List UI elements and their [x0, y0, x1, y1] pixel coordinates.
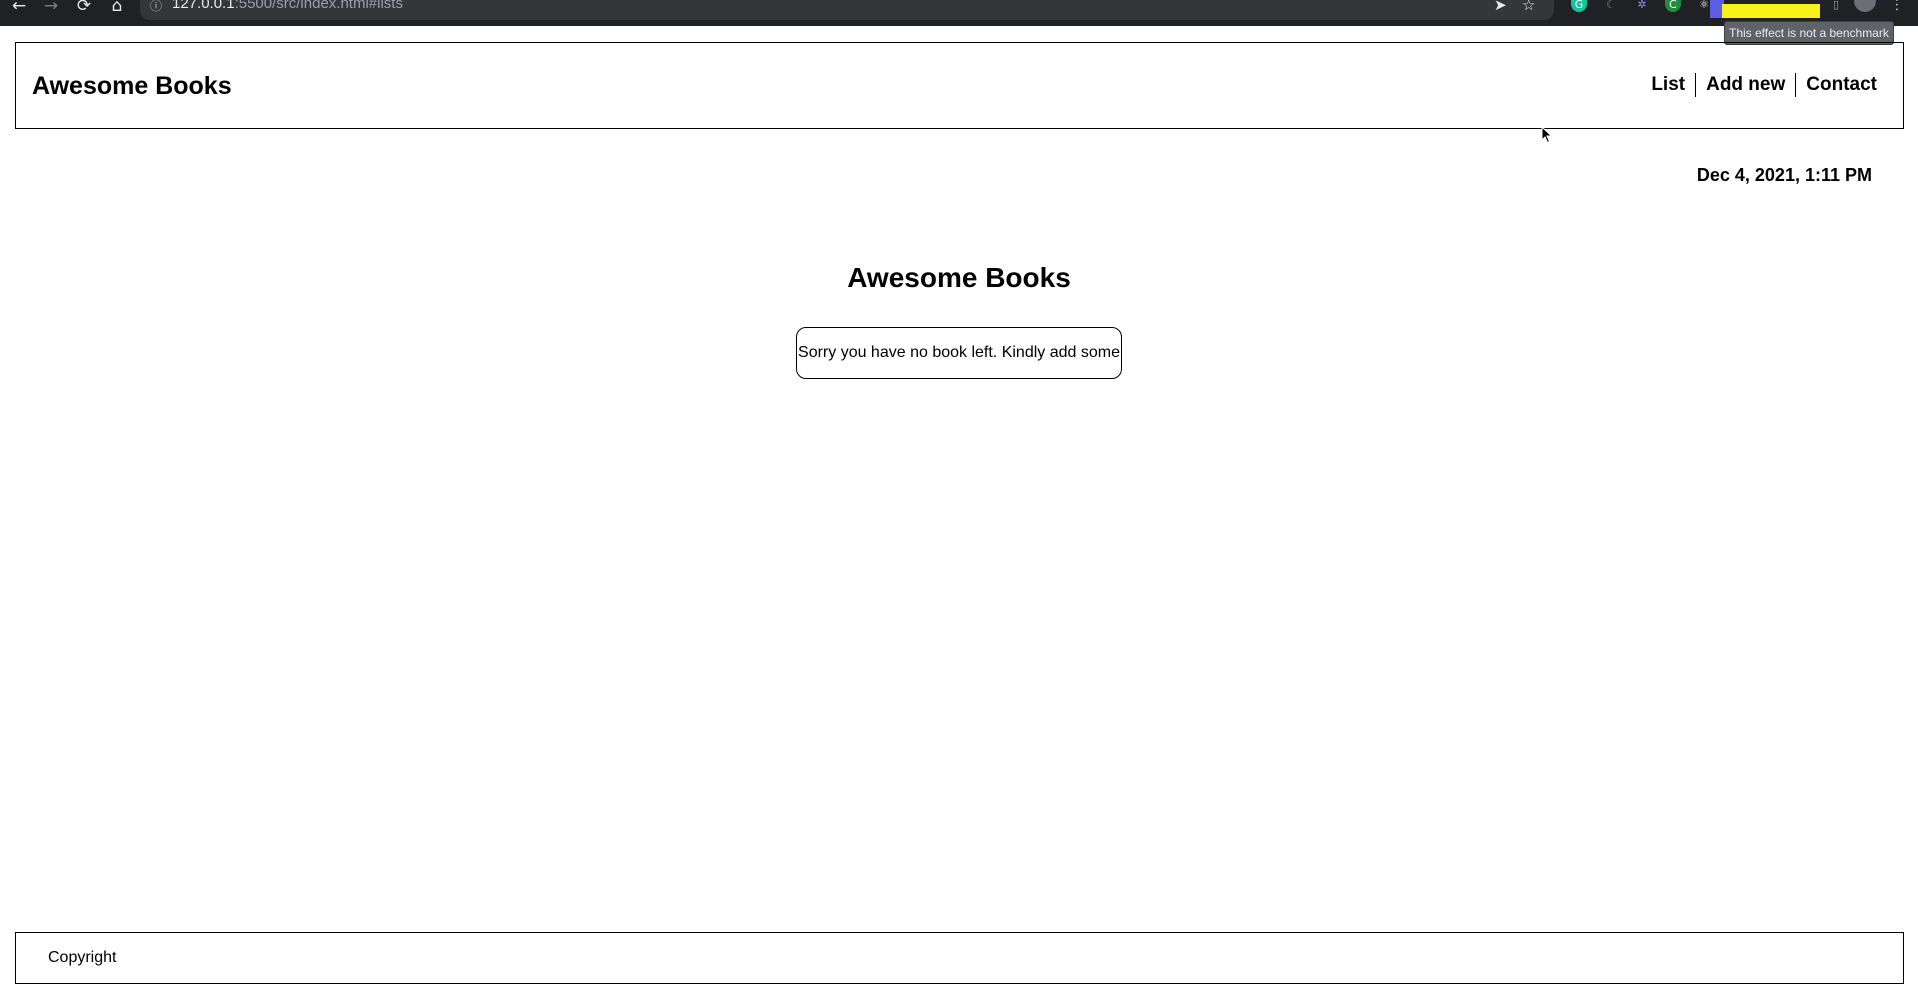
main-nav: List Add new Contact	[1641, 73, 1877, 97]
star-icon[interactable]: ☆	[1522, 0, 1535, 13]
react-devtools-icon[interactable]: ✲	[1634, 0, 1650, 12]
mouse-cursor-icon	[1541, 126, 1553, 144]
section-title: Awesome Books	[847, 262, 1071, 293]
copyright-text: Copyright	[48, 949, 117, 966]
extensions-puzzle-icon[interactable]: ▯	[1828, 0, 1844, 12]
url-text[interactable]: 127.0.0.1:5500/src/index.html#lists	[172, 0, 403, 12]
url-host: 127.0.0.1	[172, 0, 235, 12]
site-footer: Copyright	[15, 932, 1904, 984]
site-header: Awesome Books List Add new Contact	[15, 42, 1904, 129]
date-time: Dec 4, 2021, 1:11 PM	[1696, 165, 1872, 185]
nav-link-add-new[interactable]: Add new	[1695, 73, 1795, 97]
profile-avatar[interactable]	[1854, 0, 1876, 12]
nav-link-contact[interactable]: Contact	[1795, 73, 1877, 97]
extension-green-icon[interactable]: C	[1665, 0, 1681, 12]
back-arrow-icon[interactable]: ←	[8, 0, 30, 15]
empty-list-message: Sorry you have no book left. Kindly add …	[796, 327, 1122, 379]
forward-arrow-icon[interactable]: →	[40, 0, 62, 15]
highlight-bar	[1722, 4, 1820, 18]
reload-icon[interactable]: ⟳	[73, 0, 95, 15]
url-path: :5500/src/index.html#lists	[234, 0, 403, 12]
browser-toolbar: ← → ⟳ ⌂ ⓘ 127.0.0.1:5500/src/index.html#…	[0, 0, 1918, 26]
extension-icon[interactable]: ☾	[1603, 0, 1619, 12]
menu-kebab-icon[interactable]: ⋮	[1890, 0, 1904, 12]
address-bar[interactable]: ⓘ 127.0.0.1:5500/src/index.html#lists ➤ …	[140, 0, 1554, 20]
nav-link-list[interactable]: List	[1641, 73, 1695, 97]
brand-title: Awesome Books	[32, 72, 232, 100]
send-icon[interactable]: ➤	[1494, 0, 1507, 13]
grammarly-extension-icon[interactable]: G	[1571, 0, 1587, 12]
home-icon[interactable]: ⌂	[106, 0, 128, 15]
info-icon[interactable]: ⓘ	[150, 0, 162, 12]
